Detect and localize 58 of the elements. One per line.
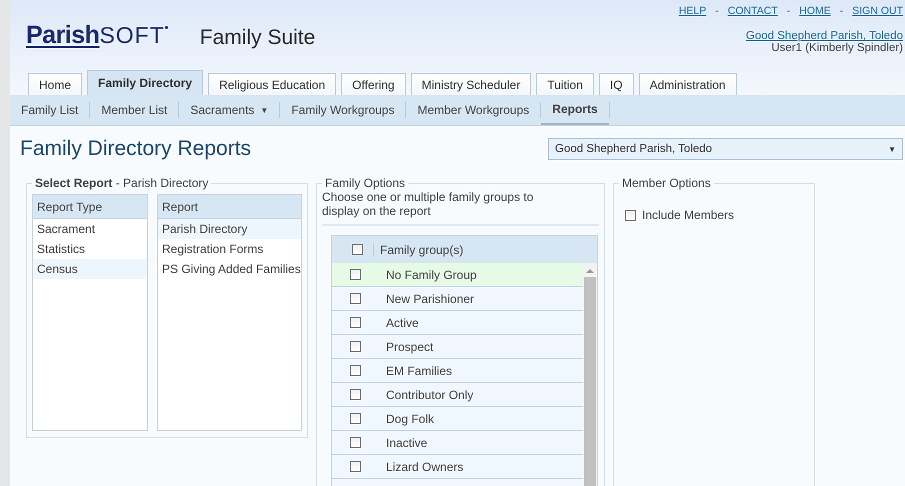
checkbox[interactable] xyxy=(350,293,361,304)
checkbox[interactable] xyxy=(350,437,361,448)
list-item[interactable]: Census xyxy=(33,259,147,279)
section-legend: Member Options xyxy=(619,176,714,190)
group-row[interactable]: No Family Group xyxy=(332,263,583,287)
section-legend: Family Options xyxy=(322,176,408,190)
logo-text: SOFT xyxy=(99,22,165,48)
header-link[interactable]: HELP xyxy=(678,5,706,17)
nav-tab[interactable]: Offering xyxy=(341,73,406,95)
subnav-link[interactable]: Sacraments ▼ xyxy=(179,95,280,125)
subnav-link[interactable]: Family Workgroups xyxy=(280,95,406,125)
list-item[interactable]: Sacrament xyxy=(33,219,147,239)
list-header: Report xyxy=(158,195,301,219)
link-separator: - xyxy=(715,5,719,17)
checkbox[interactable] xyxy=(350,365,361,376)
nav-tab[interactable]: IQ xyxy=(598,73,634,95)
checkbox[interactable] xyxy=(350,317,361,328)
column-header: Family group(s) xyxy=(373,242,464,256)
user-name: User1 (Kimberly Spindler) xyxy=(771,42,903,54)
list-item[interactable]: Parish Directory xyxy=(158,219,301,239)
checkbox[interactable] xyxy=(350,389,361,400)
caret-icon: ▼ xyxy=(260,106,268,114)
page-title: Family Directory Reports xyxy=(20,137,252,161)
checkbox[interactable] xyxy=(625,210,636,220)
nav-tab[interactable]: Ministry Scheduler xyxy=(410,73,532,95)
nav-tab[interactable]: Tuition xyxy=(536,73,594,95)
subnav-link[interactable]: Member List xyxy=(90,95,178,125)
legend-current-report: Parish Directory xyxy=(123,176,208,190)
parish-link[interactable]: Good Shepherd Parish, Toledo xyxy=(746,30,903,42)
checkbox-label: Include Members xyxy=(642,208,734,222)
legend-title: Select Report xyxy=(35,176,112,190)
list-item[interactable]: PS Giving Added Families xyxy=(158,259,301,279)
nav-tab[interactable]: Administration xyxy=(638,73,737,95)
caret-icon: ▼ xyxy=(888,144,896,154)
logo-text: Parish xyxy=(26,22,100,48)
checkbox[interactable] xyxy=(350,269,361,280)
scrollbar[interactable] xyxy=(583,263,597,486)
parish-dropdown[interactable]: Good Shepherd Parish, Toledo ▼ xyxy=(548,138,903,160)
link-separator: - xyxy=(840,5,844,17)
subnav-link[interactable]: Family List xyxy=(10,95,90,125)
checkbox[interactable] xyxy=(352,244,363,255)
list-item[interactable]: Registration Forms xyxy=(158,239,301,259)
checkbox[interactable] xyxy=(350,341,361,352)
header-link[interactable]: HOME xyxy=(799,5,831,17)
list-header: Report Type xyxy=(33,195,147,219)
checkbox[interactable] xyxy=(350,413,361,424)
checkbox[interactable] xyxy=(350,461,361,472)
app-title: Family Suite xyxy=(200,26,316,51)
header-link[interactable]: SIGN OUT xyxy=(852,5,903,17)
legend-separator: - xyxy=(116,176,120,190)
nav-tab[interactable]: Religious Education xyxy=(208,73,336,95)
header-link[interactable]: CONTACT xyxy=(728,5,778,17)
link-separator: - xyxy=(786,5,790,17)
hint-text: Choose one or multiple family groups to display on the report xyxy=(322,190,534,218)
nav-tab[interactable]: Home xyxy=(28,73,82,95)
nav-tab[interactable]: Family Directory xyxy=(87,70,204,95)
list-item[interactable]: Statistics xyxy=(33,239,147,259)
subnav-link[interactable]: Member Workgroups xyxy=(406,95,540,125)
